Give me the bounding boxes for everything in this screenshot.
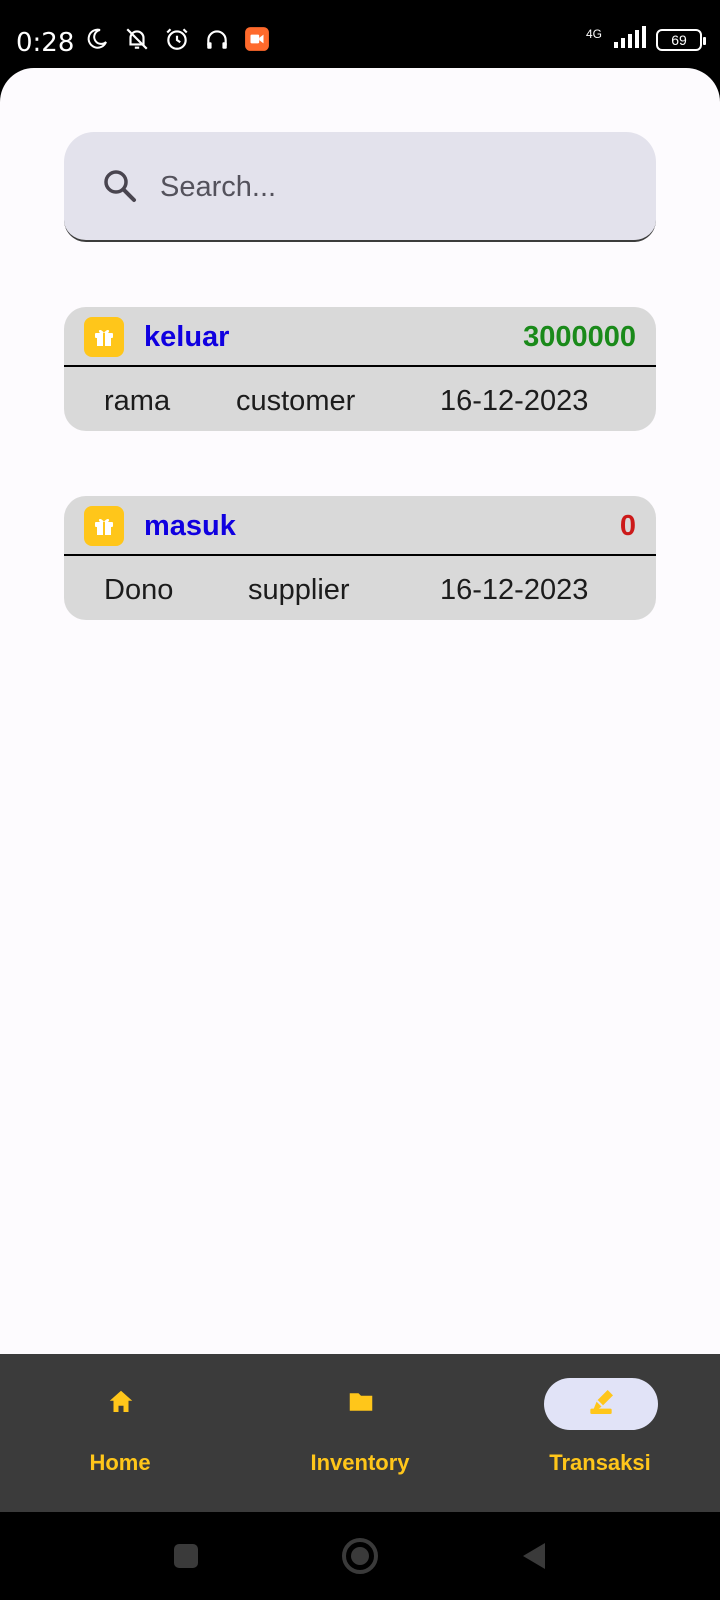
nav-label: Transaksi [549,1450,651,1475]
card-header: masuk 0 [64,496,656,556]
moon-icon [84,26,110,52]
search-bar[interactable] [64,132,656,242]
status-right: 4G 69 [585,26,706,53]
transaction-role: customer [236,385,356,417]
status-icons [84,26,270,52]
status-bar: 0:28 4G 69 [0,0,720,70]
screen-recorder-icon [244,26,270,52]
edit-note-icon [585,1386,617,1423]
transaction-role: supplier [248,574,350,606]
status-time: 0:28 [16,28,75,58]
transaction-card[interactable]: keluar 3000000 rama customer 16-12-2023 [64,307,656,431]
nav-icon-container-active [544,1378,658,1430]
network-type: 4G [585,26,602,41]
nav-label: Home [89,1450,151,1475]
search-icon [100,166,140,206]
recents-button[interactable] [162,1532,210,1580]
screen: 0:28 4G 69 Search... keluar 3000000 rama… [0,0,720,1600]
notifications-off-icon [124,26,150,52]
nav-icon-container [64,1378,178,1430]
headphones-icon [204,26,230,52]
transaction-date: 16-12-2023 [440,574,589,606]
app-content: keluar 3000000 rama customer 16-12-2023 … [0,68,720,1354]
nav-item-transaksi[interactable]: Transaksi [480,1354,720,1512]
transaction-amount: 0 [619,510,636,542]
signal-icon [612,26,646,53]
transaction-amount: 3000000 [523,321,636,353]
nav-item-home[interactable]: Home [0,1354,240,1512]
gift-icon [84,506,124,546]
card-header: keluar 3000000 [64,307,656,367]
nav-icon-container [304,1378,418,1430]
card-details: Dono supplier 16-12-2023 [64,558,656,620]
gift-icon [84,317,124,357]
transaction-type: masuk [144,510,236,542]
card-details: rama customer 16-12-2023 [64,369,656,431]
alarm-icon [164,26,190,52]
search-input[interactable] [160,164,630,210]
transaction-date: 16-12-2023 [440,385,589,417]
battery-indicator: 69 [656,28,706,51]
home-icon [106,1387,136,1422]
transaction-card[interactable]: masuk 0 Dono supplier 16-12-2023 [64,496,656,620]
nav-item-inventory[interactable]: Inventory [240,1354,480,1512]
back-button[interactable] [510,1532,558,1580]
transaction-type: keluar [144,321,230,353]
folder-icon [346,1387,376,1422]
transaction-name: Dono [104,574,174,606]
bottom-nav: Home Inventory Transaksi [0,1354,720,1512]
transaction-name: rama [104,385,171,417]
nav-label: Inventory [310,1450,410,1475]
system-nav-bar [0,1512,720,1600]
home-button[interactable] [336,1532,384,1580]
